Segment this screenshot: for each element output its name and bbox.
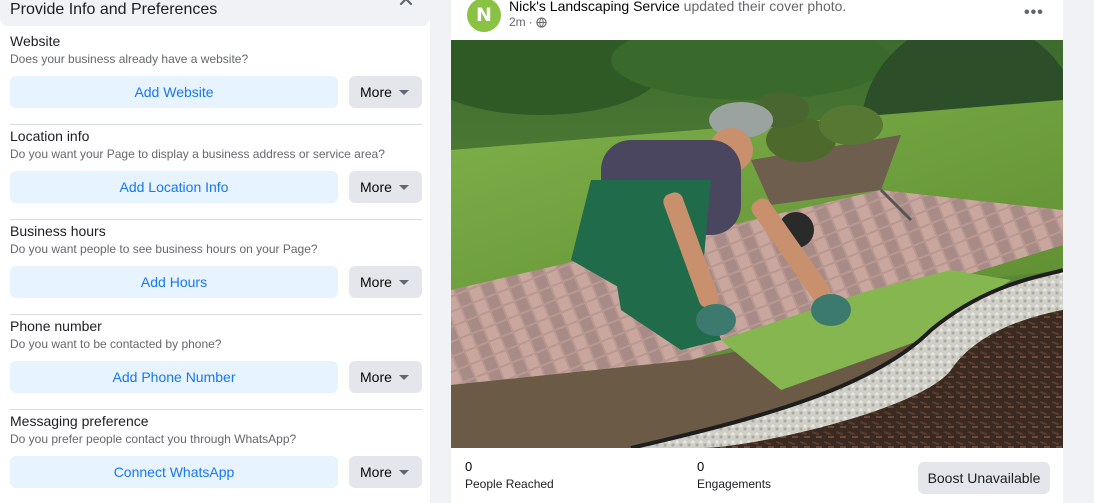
website-section: Website Does your business already have … <box>10 30 422 125</box>
post-meta: 2m · <box>509 15 547 29</box>
caret-down-icon <box>398 184 409 190</box>
section-description: Does your business already have a websit… <box>10 52 249 66</box>
people-reached-stat: 0 People Reached <box>465 459 554 491</box>
section-title: Website <box>10 33 61 49</box>
section-title: Business hours <box>10 223 106 239</box>
post-card: N Nick's Landscaping Service updated the… <box>451 0 1063 503</box>
section-description: Do you want people to see business hours… <box>10 242 318 256</box>
engagements-stat: 0 Engagements <box>697 459 771 491</box>
panel-title: Provide Info and Preferences <box>10 1 218 18</box>
messaging-section: Messaging preference Do you prefer peopl… <box>10 410 422 503</box>
section-description: Do you want to be contacted by phone? <box>10 337 222 351</box>
boost-unavailable-button[interactable]: Boost Unavailable <box>918 462 1050 494</box>
connect-whatsapp-button[interactable]: Connect WhatsApp <box>10 456 338 488</box>
globe-icon <box>535 16 547 28</box>
meta-separator: · <box>528 15 533 29</box>
stat-label: Engagements <box>697 477 772 491</box>
post-author-link[interactable]: Nick's Landscaping Service <box>509 0 680 14</box>
stat-value: 0 <box>697 459 705 474</box>
panel-header: Provide Info and Preferences <box>0 0 430 26</box>
website-more-button[interactable]: More <box>349 76 422 108</box>
caret-down-icon <box>398 374 409 380</box>
avatar[interactable]: N <box>467 0 501 32</box>
section-title: Phone number <box>10 318 102 334</box>
more-label: More <box>360 369 392 385</box>
section-title: Messaging preference <box>10 413 149 429</box>
more-options-icon[interactable]: ••• <box>1024 4 1044 22</box>
hours-section: Business hours Do you want people to see… <box>10 220 422 315</box>
more-label: More <box>360 464 392 480</box>
caret-down-icon <box>398 89 409 95</box>
phone-more-button[interactable]: More <box>349 361 422 393</box>
add-hours-button[interactable]: Add Hours <box>10 266 338 298</box>
section-title: Location info <box>10 128 90 144</box>
phone-section: Phone number Do you want to be contacted… <box>10 315 422 410</box>
section-description: Do you prefer people contact you through… <box>10 432 297 446</box>
add-phone-number-button[interactable]: Add Phone Number <box>10 361 338 393</box>
caret-down-icon <box>398 279 409 285</box>
location-more-button[interactable]: More <box>349 171 422 203</box>
preferences-panel: Provide Info and Preferences Website Doe… <box>0 0 430 503</box>
more-label: More <box>360 274 392 290</box>
chevron-up-icon[interactable] <box>398 0 414 10</box>
hours-more-button[interactable]: More <box>349 266 422 298</box>
post-headline: Nick's Landscaping Service updated their… <box>509 0 846 14</box>
section-description: Do you want your Page to display a busin… <box>10 147 385 161</box>
more-label: More <box>360 84 392 100</box>
stat-label: People Reached <box>465 477 554 491</box>
post-timestamp[interactable]: 2m <box>509 15 526 29</box>
location-section: Location info Do you want your Page to d… <box>10 125 422 220</box>
more-label: More <box>360 179 392 195</box>
cover-photo <box>451 40 1063 448</box>
messaging-more-button[interactable]: More <box>349 456 422 488</box>
add-website-button[interactable]: Add Website <box>10 76 338 108</box>
caret-down-icon <box>398 469 409 475</box>
stat-value: 0 <box>465 459 473 474</box>
add-location-info-button[interactable]: Add Location Info <box>10 171 338 203</box>
post-action-text: updated their cover photo. <box>683 0 847 14</box>
